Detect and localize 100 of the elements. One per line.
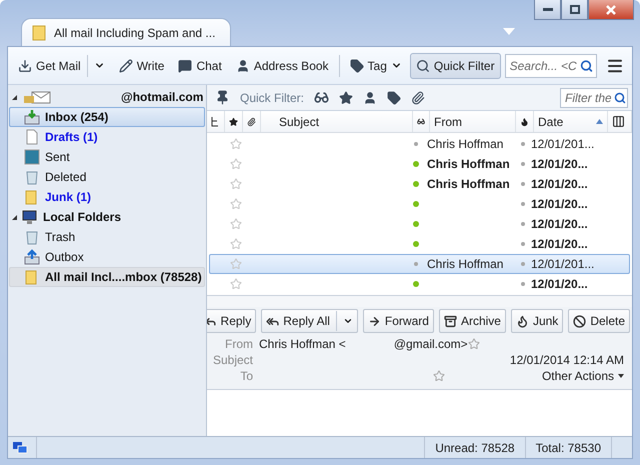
toolbar-icon — [178, 58, 192, 72]
message-action-button[interactable]: Reply — [207, 309, 256, 333]
toolbar-icon — [350, 58, 364, 72]
message-row[interactable]: Chris Hoffman 12/01/201... — [209, 134, 630, 154]
star-icon[interactable] — [433, 370, 445, 382]
column-header[interactable]: Date — [534, 111, 608, 132]
star-icon[interactable] — [339, 90, 354, 104]
window-tab[interactable]: All mail Including Spam and ... — [21, 18, 231, 46]
message-action-button[interactable]: Reply All — [261, 309, 358, 333]
junk-status-dot[interactable] — [521, 222, 525, 226]
column-header[interactable]: From — [430, 111, 516, 132]
folder-item[interactable]: Junk (1) — [9, 187, 205, 207]
read-status-dot[interactable] — [413, 181, 419, 187]
toolbar-icon — [118, 58, 133, 72]
header-label: Subject — [212, 353, 254, 367]
paperclip-icon[interactable] — [411, 90, 426, 104]
close-button[interactable] — [588, 0, 634, 20]
account-name[interactable]: @hotmail.com — [121, 90, 204, 104]
folder-item[interactable]: Trash — [9, 227, 205, 247]
toolbar-button[interactable]: Write — [112, 52, 170, 78]
expanded-icon[interactable] — [12, 214, 17, 220]
pin-icon[interactable] — [215, 90, 230, 105]
junk-status-dot[interactable] — [521, 282, 525, 286]
folder-item[interactable]: Deleted — [9, 167, 205, 187]
minimize-icon — [542, 8, 552, 11]
folder-icon — [32, 24, 46, 40]
message-action-button[interactable]: Delete — [568, 309, 630, 333]
junk-status-dot[interactable] — [521, 142, 525, 146]
message-action-button[interactable]: Archive — [438, 309, 506, 333]
maximize-icon — [570, 5, 580, 14]
other-actions-menu[interactable]: Other Actions — [542, 369, 624, 383]
toolbar-button[interactable]: Get Mail — [12, 52, 111, 78]
thread-icon[interactable] — [211, 116, 219, 126]
tab-menu-icon[interactable] — [503, 28, 515, 35]
folder-item[interactable]: Drafts (1) — [9, 127, 205, 147]
message-row[interactable]: 12/01/20... — [209, 274, 630, 294]
account-name[interactable]: Local Folders — [43, 210, 122, 224]
sender-name[interactable]: Chris Hoffman < — [259, 337, 346, 351]
toolbar-icon — [18, 58, 32, 72]
message-action-button[interactable]: Forward — [362, 309, 434, 333]
message-row[interactable]: Chris Hoffman 12/01/201... — [209, 254, 630, 274]
message-row[interactable]: 12/01/20... — [209, 234, 630, 254]
sender-address[interactable]: @gmail.com> — [394, 337, 468, 351]
folder-item[interactable]: Inbox (254) — [9, 107, 205, 127]
message-row[interactable]: 12/01/20... — [209, 214, 630, 234]
junk-status-dot[interactable] — [521, 202, 525, 206]
contact-icon[interactable] — [363, 90, 378, 104]
message-row[interactable]: Chris Hoffman 12/01/20... — [209, 174, 630, 194]
close-icon — [606, 4, 616, 14]
toolbar-button[interactable]: Address Book — [230, 52, 335, 78]
maximize-button[interactable] — [561, 0, 588, 20]
junk-status-dot[interactable] — [521, 242, 525, 246]
toolbar-button[interactable]: Chat — [172, 52, 228, 78]
network-icon[interactable] — [12, 440, 28, 454]
caret-icon — [618, 374, 624, 378]
outbox-icon — [24, 249, 40, 265]
sort-ascending-icon — [596, 119, 603, 124]
toolbar-button[interactable]: Quick Filter — [410, 52, 501, 78]
paperclip-icon[interactable] — [247, 116, 256, 128]
junk-status-dot[interactable] — [521, 182, 525, 186]
star-icon[interactable] — [229, 116, 238, 128]
toolbar-button[interactable]: Tag — [344, 52, 408, 78]
action-icon — [573, 314, 586, 328]
column-header[interactable]: Subject — [261, 111, 413, 132]
quick-filter-label: Quick Filter: — [240, 90, 304, 104]
message-row[interactable]: Chris Hoffman 12/01/20... — [209, 154, 630, 174]
computer-icon — [22, 209, 38, 225]
read-status-dot[interactable] — [413, 201, 419, 207]
read-status-dot[interactable] — [413, 241, 419, 247]
search-icon[interactable] — [614, 92, 626, 104]
message-action-button[interactable]: Junk — [510, 309, 564, 333]
search-field[interactable]: Search... <C — [504, 54, 597, 78]
recycle-bin-icon — [24, 169, 40, 185]
action-icon — [368, 314, 381, 328]
folder-item[interactable]: Sent — [9, 147, 205, 167]
filter-field[interactable]: Filter the — [560, 88, 628, 108]
junk-status-dot[interactable] — [521, 262, 525, 266]
read-status-dot[interactable] — [413, 221, 419, 227]
expanded-icon[interactable] — [12, 94, 17, 100]
minimize-button[interactable] — [534, 0, 561, 20]
read-status-dot[interactable] — [414, 262, 418, 266]
read-status-dot[interactable] — [413, 281, 419, 287]
star-icon[interactable] — [468, 338, 480, 350]
glasses-icon[interactable] — [314, 90, 330, 105]
action-icon — [516, 314, 529, 328]
tag-icon[interactable] — [387, 90, 402, 104]
toolbar-icon — [236, 58, 250, 72]
folder-item[interactable]: All mail Incl....mbox (78528) — [9, 267, 205, 287]
read-status-dot[interactable] — [413, 161, 419, 167]
unread-count: Unread: 78528 — [424, 437, 525, 458]
folder-item[interactable]: Outbox — [9, 247, 205, 267]
junk-status-dot[interactable] — [521, 162, 525, 166]
column-picker-icon[interactable] — [612, 115, 625, 128]
action-icon — [444, 314, 457, 328]
message-row[interactable]: 12/01/20... — [209, 194, 630, 214]
flame-icon[interactable] — [520, 116, 529, 128]
pane-splitter[interactable] — [207, 295, 632, 307]
read-status-dot[interactable] — [414, 142, 418, 146]
search-icon[interactable] — [580, 59, 593, 72]
tab-title: All mail Including Spam and ... — [54, 26, 216, 40]
